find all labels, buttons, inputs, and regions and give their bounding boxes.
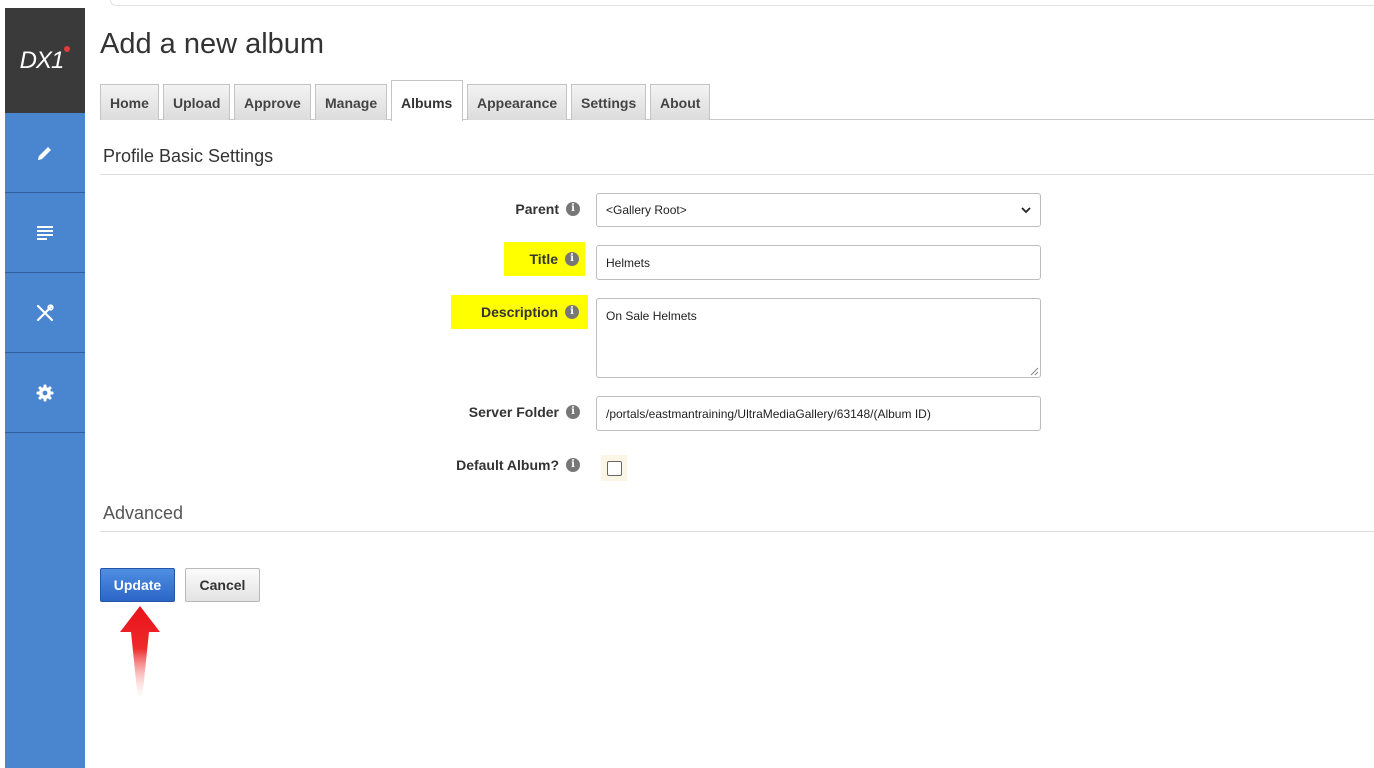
info-icon[interactable]: i — [566, 202, 580, 216]
parent-label: Parent i — [480, 199, 580, 219]
cancel-button[interactable]: Cancel — [185, 568, 260, 602]
update-button[interactable]: Update — [100, 568, 175, 602]
tools-icon — [36, 303, 54, 321]
default-album-checkbox-wrap — [601, 455, 627, 481]
annotation-arrow-icon — [120, 606, 160, 700]
resize-grip-icon[interactable] — [1030, 367, 1039, 376]
document-icon — [37, 225, 53, 240]
parent-select-value: <Gallery Root> — [606, 203, 687, 217]
title-label-text: Title — [529, 251, 558, 267]
chevron-down-icon — [1021, 207, 1031, 214]
server-folder-input[interactable]: /portals/eastmantraining/UltraMediaGalle… — [596, 396, 1041, 431]
info-icon[interactable]: i — [566, 405, 580, 419]
info-icon[interactable]: i — [565, 305, 579, 319]
server-folder-label-text: Server Folder — [468, 404, 559, 420]
page-title: Add a new album — [100, 28, 325, 60]
default-album-label: Default Album? i — [430, 455, 580, 475]
server-folder-label: Server Folder i — [440, 402, 580, 422]
sidebar: DX1 — [5, 8, 85, 768]
section-advanced[interactable]: Advanced — [100, 503, 1374, 532]
pencil-icon — [38, 146, 51, 160]
description-label-text: Description — [480, 304, 558, 320]
tab-appearance[interactable]: Appearance — [467, 84, 567, 120]
tab-about[interactable]: About — [650, 84, 710, 120]
description-textarea[interactable]: On Sale Helmets — [596, 298, 1041, 378]
sidebar-item-settings[interactable] — [5, 353, 85, 433]
tab-approve[interactable]: Approve — [234, 84, 311, 120]
description-label: Description i — [451, 295, 588, 329]
tab-upload[interactable]: Upload — [163, 84, 230, 120]
section-profile-basic-settings[interactable]: Profile Basic Settings — [100, 146, 1374, 175]
logo-text: DX1 — [19, 46, 65, 74]
logo-mark — [64, 45, 71, 52]
default-album-label-text: Default Album? — [456, 457, 559, 473]
info-icon[interactable]: i — [566, 458, 580, 472]
default-album-checkbox[interactable] — [606, 460, 622, 476]
info-icon[interactable]: i — [565, 252, 579, 266]
tab-bar: Home Upload Approve Manage Albums Appear… — [100, 80, 1374, 121]
sidebar-item-edit[interactable] — [5, 113, 85, 193]
gear-icon — [36, 384, 54, 401]
tab-home[interactable]: Home — [100, 84, 159, 120]
browser-top-strip — [110, 0, 1374, 6]
title-input[interactable]: Helmets — [596, 245, 1041, 280]
server-folder-input-value: /portals/eastmantraining/UltraMediaGalle… — [606, 406, 931, 421]
title-label: Title i — [504, 242, 585, 276]
tab-settings[interactable]: Settings — [571, 84, 646, 120]
title-input-value: Helmets — [606, 255, 651, 270]
parent-select[interactable]: <Gallery Root> — [596, 193, 1041, 227]
parent-label-text: Parent — [515, 201, 559, 217]
sidebar-item-content[interactable] — [5, 193, 85, 273]
sidebar-item-tools[interactable] — [5, 273, 85, 353]
description-textarea-value: On Sale Helmets — [606, 309, 697, 323]
dx1-logo[interactable]: DX1 — [5, 8, 85, 113]
tab-manage[interactable]: Manage — [315, 84, 387, 120]
tab-albums[interactable]: Albums — [391, 80, 463, 121]
